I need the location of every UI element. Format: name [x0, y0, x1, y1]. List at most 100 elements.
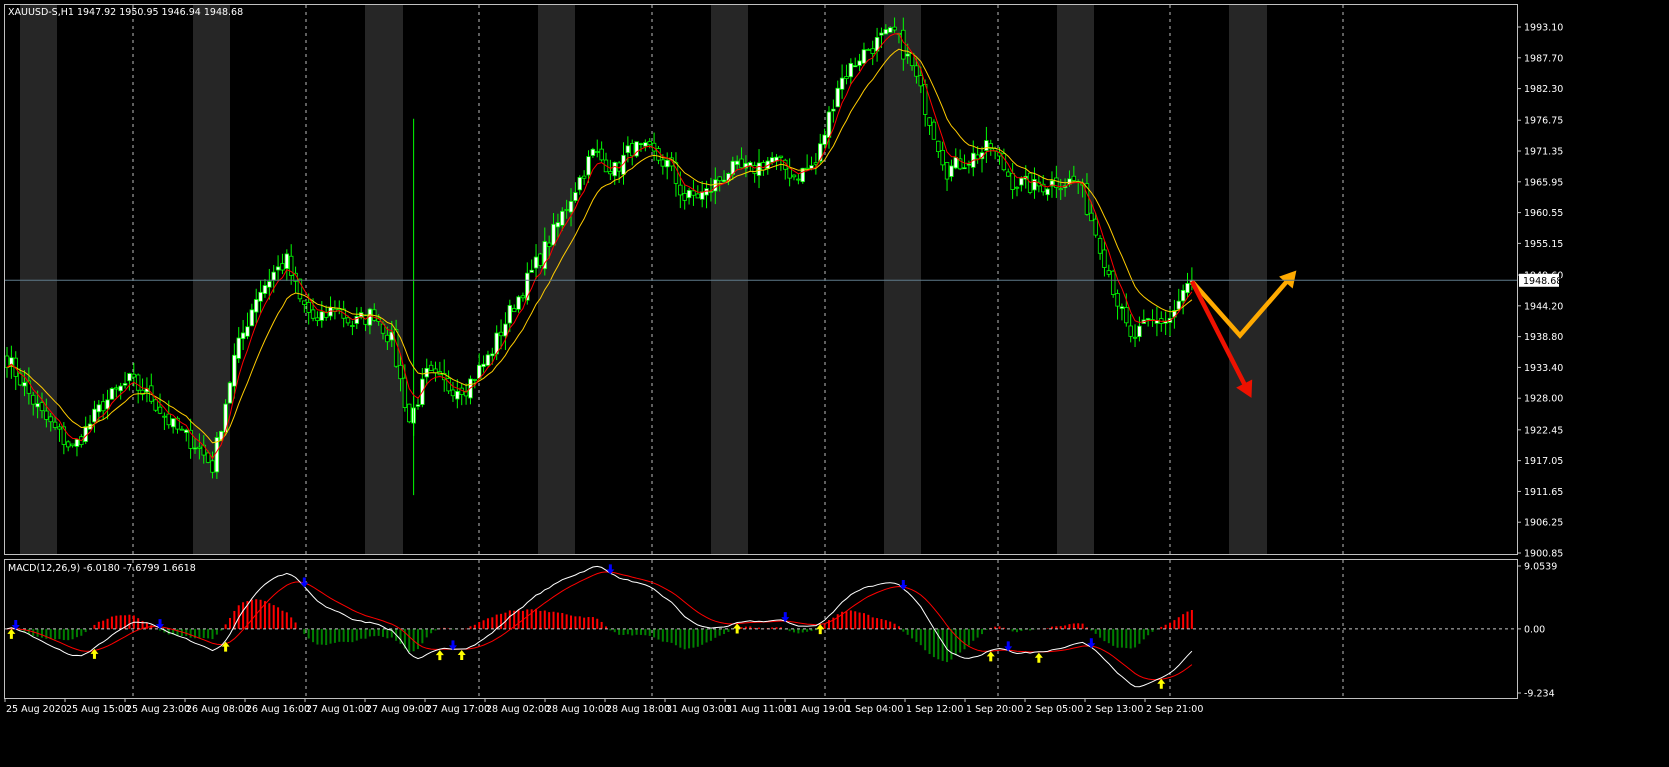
bear-candle: [31, 394, 36, 405]
macd-histogram-bar: [1029, 628, 1032, 631]
macd-signal-line: [6, 571, 1193, 681]
bear-candle: [538, 253, 543, 266]
bear-candle: [1006, 171, 1011, 177]
macd-histogram-bar: [338, 628, 341, 642]
macd-histogram-bar: [1094, 628, 1097, 634]
bull-candle: [826, 111, 832, 138]
time-tick-label: 27 Aug 01:00: [306, 704, 370, 715]
bull-candle: [966, 163, 972, 166]
bear-candle: [796, 178, 801, 181]
bull-candle: [542, 241, 547, 270]
macd-histogram-bar: [93, 624, 96, 629]
bear-candle: [695, 193, 701, 199]
macd-histogram-bar: [849, 610, 852, 629]
bear-candle: [608, 171, 613, 175]
macd-histogram-bar: [950, 628, 953, 660]
trading-chart[interactable]: XAUUSD-S,H1 1947.92 1950.95 1946.94 1948…: [0, 0, 1669, 767]
macd-histogram-bar: [613, 628, 616, 633]
macd-histogram-bar: [1190, 610, 1193, 629]
macd-histogram-bar: [631, 628, 634, 636]
bear-candle: [280, 263, 285, 271]
current-price-tag: 1948.68: [1519, 273, 1562, 287]
bear-candle: [901, 29, 906, 60]
bull-candle: [481, 363, 486, 368]
macd-histogram-bar: [902, 628, 905, 632]
bull-candle: [962, 167, 967, 170]
bear-candle: [306, 301, 311, 313]
bear-candle: [179, 428, 185, 431]
macd-histogram-bar: [543, 610, 546, 629]
bull-candle: [236, 337, 241, 359]
macd-histogram-bar: [342, 628, 345, 642]
macd-histogram-bar: [535, 608, 538, 629]
price-axis: 1993.10 1987.70 1982.30 1976.75 1971.35 1965.…: [1517, 23, 1563, 560]
macd-histogram-bar: [202, 628, 205, 639]
macd-histogram-bar: [176, 628, 179, 636]
bear-candle: [157, 406, 163, 414]
bear-candle: [315, 317, 320, 322]
macd-histogram-bar: [312, 628, 315, 643]
buy-arrow-icon: [435, 650, 444, 661]
macd-tick-label: 0.00: [1524, 624, 1545, 635]
bear-candle: [100, 401, 106, 412]
macd-histogram-bar: [1107, 628, 1110, 644]
bear-candle: [599, 148, 604, 161]
macd-histogram-bar: [548, 612, 551, 629]
bull-candle: [1137, 325, 1142, 338]
buy-arrow-icon: [816, 624, 825, 635]
macd-histogram-bar: [932, 628, 935, 658]
macd-histogram-bar: [771, 627, 774, 629]
macd-histogram-bar: [570, 615, 573, 629]
time-tick-label: 31 Aug 03:00: [666, 704, 730, 715]
bull-candle: [1045, 188, 1050, 196]
macd-histogram-bar: [316, 628, 319, 645]
macd-histogram-bar: [924, 628, 927, 651]
bull-candle: [612, 162, 617, 177]
price-tick-label: 1960.55: [1524, 208, 1563, 219]
macd-histogram-bar: [670, 628, 673, 643]
macd-histogram-bar: [465, 628, 468, 630]
bear-candle: [66, 441, 71, 448]
bull-candle: [1119, 306, 1125, 309]
macd-histogram-bar: [998, 626, 1001, 629]
time-tick-label: 25 Aug 15:00: [66, 704, 130, 715]
macd-histogram-bar: [1099, 628, 1102, 638]
bear-candle: [647, 141, 652, 146]
price-tick-label: 1906.25: [1524, 518, 1563, 529]
time-tick-label: 26 Aug 08:00: [186, 704, 250, 715]
macd-histogram-bar: [1112, 628, 1115, 646]
bear-candle: [630, 143, 635, 157]
macd-histogram-bar: [600, 621, 603, 629]
price-tick-label: 1944.20: [1524, 301, 1563, 312]
macd-histogram-bar: [1164, 624, 1167, 629]
bull-candle: [809, 165, 814, 169]
bear-candle: [44, 410, 49, 420]
bear-candle: [1128, 325, 1133, 337]
bear-candle: [1058, 188, 1063, 191]
macd-histogram-bar: [250, 599, 253, 629]
bull-candle: [586, 156, 591, 176]
price-tick-label: 1987.70: [1524, 53, 1563, 64]
bull-candle: [192, 447, 198, 450]
buy-arrow-icon: [457, 650, 466, 661]
macd-histogram-bar: [919, 628, 922, 646]
bear-candle: [310, 309, 316, 319]
buy-arrow-icon: [733, 623, 742, 634]
bear-candle: [581, 175, 587, 179]
session-bands: [20, 5, 1267, 554]
bear-candle: [1124, 307, 1129, 324]
macd-histogram-bar: [373, 628, 376, 637]
macd-histogram-bar: [578, 616, 581, 629]
bear-candle: [1106, 270, 1112, 275]
bull-candle: [96, 404, 102, 413]
macd-histogram-bar: [425, 628, 428, 638]
macd-histogram-bar: [526, 609, 529, 629]
price-tick-label: 1982.30: [1524, 84, 1563, 95]
macd-histogram-bar: [679, 628, 682, 648]
macd-histogram-bar: [552, 611, 555, 629]
sell-arrow-icon: [899, 580, 908, 591]
macd-histogram-bar: [622, 628, 625, 635]
bear-candle: [682, 193, 687, 201]
session-band: [1229, 5, 1267, 554]
macd-histogram-bar: [329, 628, 332, 644]
